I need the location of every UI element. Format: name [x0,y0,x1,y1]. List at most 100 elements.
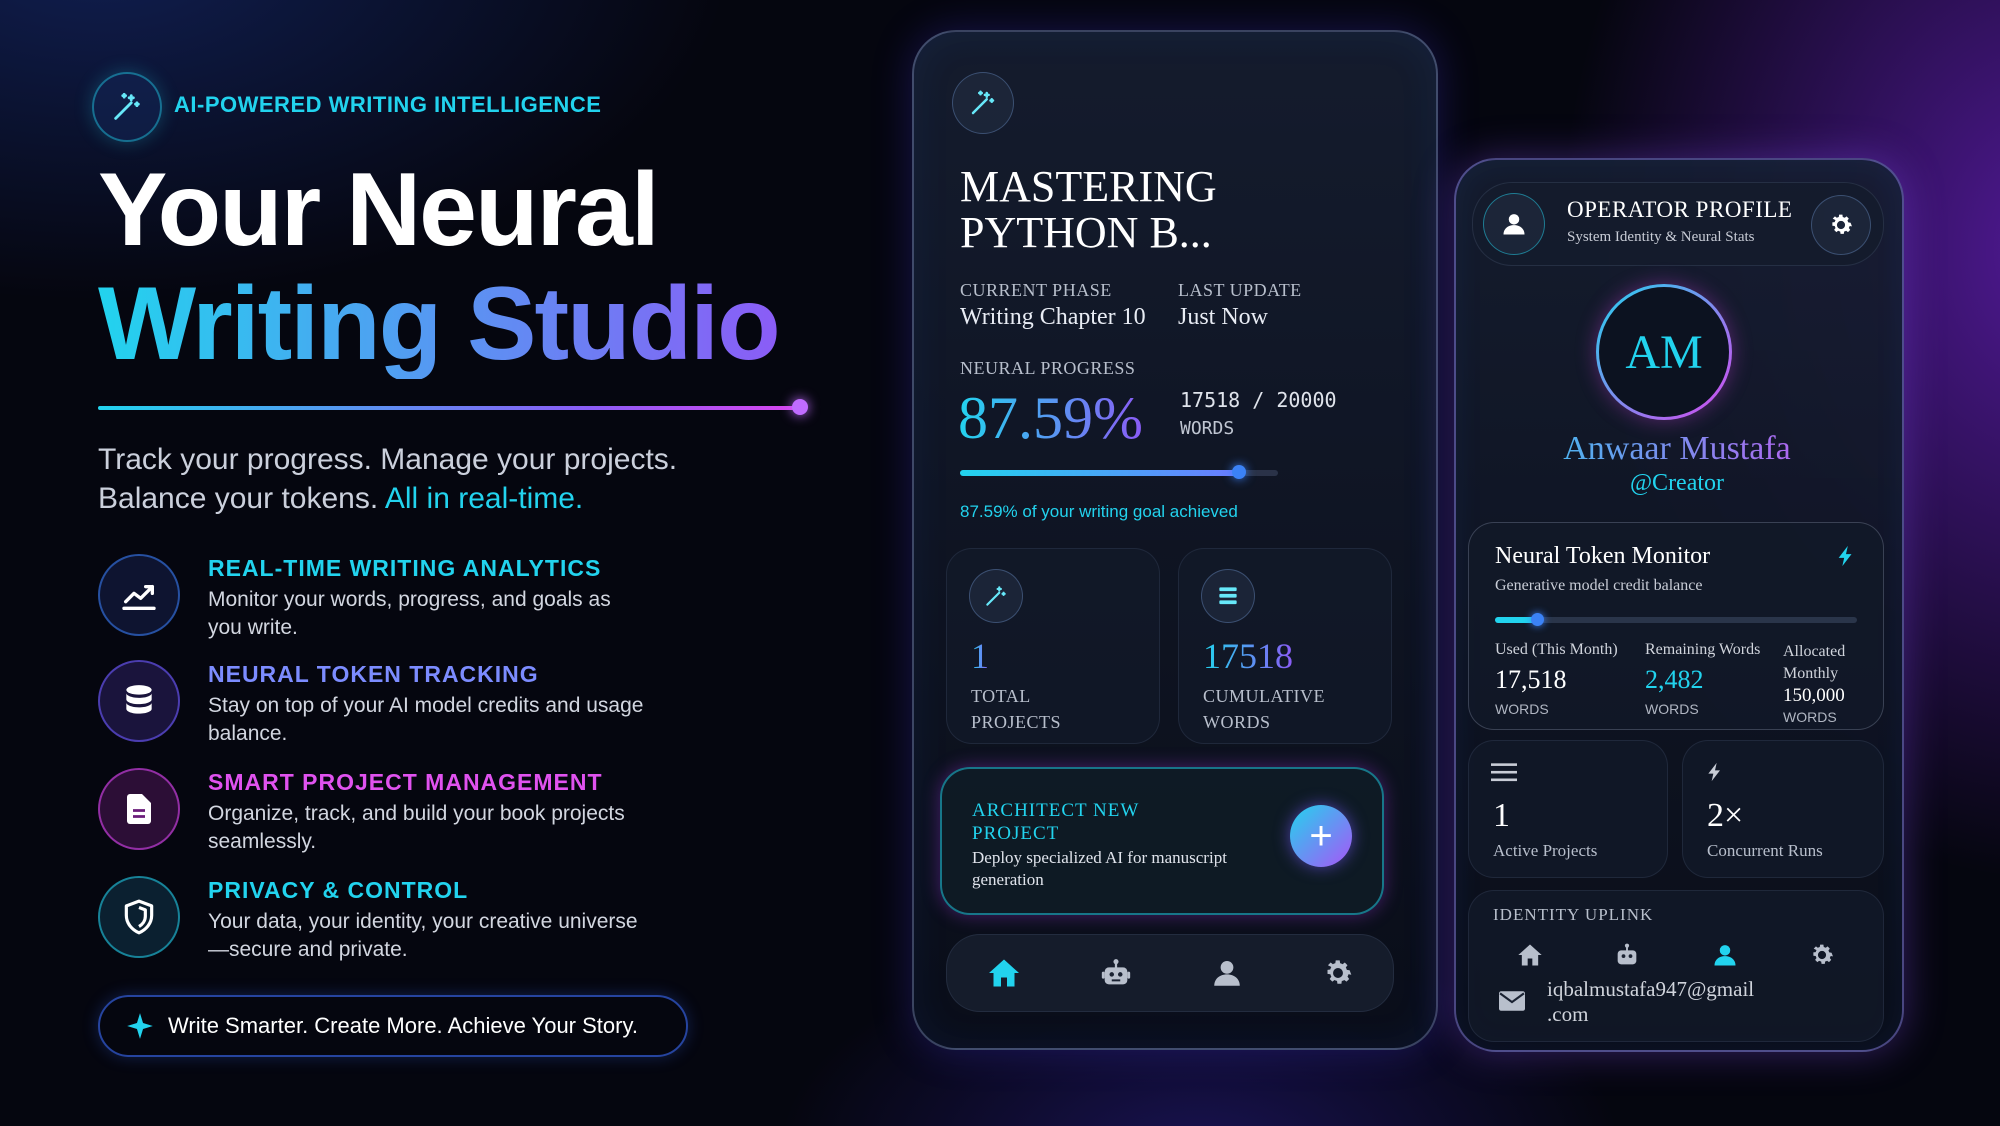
progress-handle [1231,465,1246,479]
remaining-unit: WORDS [1645,701,1699,717]
feature-title-projects: SMART PROJECT MANAGEMENT [208,769,603,795]
feature-desc-analytics: Monitor your words, progress, and goals … [208,588,611,639]
words-count: 17518 / 20000 [1180,388,1337,412]
hero-divider [98,406,800,410]
feature-desc-projects: Organize, track, and build your book pro… [208,802,625,853]
progress-fill [960,470,1239,476]
token-title: Neural Token Monitor [1495,543,1711,569]
stat2-label: CUMULATIVE WORDS [1203,683,1325,735]
user-icon[interactable] [1711,941,1739,969]
hero-title-line2: Writing Studio [98,266,781,382]
bottom-nav [946,934,1394,1012]
lightning-icon [1838,545,1852,567]
allocated-value: 150,000 [1783,685,1845,706]
robot-icon[interactable] [1613,941,1641,969]
sparkle-icon [127,1013,153,1039]
home-icon[interactable] [986,955,1022,991]
magic-wand-icon [114,92,140,120]
stat1-label-l2: PROJECTS [971,712,1062,732]
magic-wand-icon [971,90,995,115]
home-icon[interactable] [1516,941,1544,969]
new-project-card[interactable]: ARCHITECT NEW PROJECT Deploy specialized… [940,767,1384,915]
used-label: Used (This Month) [1495,641,1618,658]
new-project-title-l2: PROJECT [972,823,1060,844]
feature-title-tokens: NEURAL TOKEN TRACKING [208,661,539,687]
project-title: MASTERING PYTHON B... [960,164,1217,256]
profile-nav [1481,931,1871,979]
shield-icon [98,876,180,958]
hero-tagline: Track your progress. Manage your project… [98,440,677,518]
stat1-label: TOTAL PROJECTS [971,683,1061,735]
stat-card-projects: 1 TOTAL PROJECTS [946,548,1160,744]
hero-divider-dot [792,399,808,415]
progress-label: NEURAL PROGRESS [960,358,1136,378]
allocated-label-l2: Monthly [1783,665,1839,682]
gear-icon[interactable] [1808,941,1836,969]
database-icon [98,660,180,742]
concurrent-runs-card: 2× Concurrent Runs [1682,740,1884,878]
active-value: 1 [1493,797,1510,834]
tagline-highlight: All in real-time. [384,482,584,515]
project-title-line1: MASTERING [960,162,1217,211]
active-projects-card: 1 Active Projects [1468,740,1668,878]
menu-icon [1491,763,1517,782]
token-handle [1531,613,1545,626]
mail-icon [1499,991,1525,1011]
gear-icon[interactable] [1321,956,1355,990]
feature-projects [98,768,180,850]
used-unit: WORDS [1495,701,1549,717]
add-project-button[interactable]: + [1290,805,1352,867]
list-icon [1201,569,1255,623]
allocated-label-l1: Allocated [1783,643,1846,660]
hero-title-line1: Your Neural [98,152,660,268]
profile-name: Anwaar Mustafa [1456,430,1898,468]
project-title-line2: PYTHON B... [960,208,1212,257]
wand-button[interactable] [952,72,1014,134]
feature-tokens [98,660,180,742]
tagline-line1: Track your progress. Manage your project… [98,443,678,476]
settings-button[interactable] [1811,195,1871,255]
cta-pill[interactable]: Write Smarter. Create More. Achieve Your… [98,995,688,1057]
feature-analytics [98,554,180,636]
profile-handle: @Creator [1629,470,1725,496]
used-value: 17,518 [1495,665,1567,694]
email-line1: iqbalmustafa947@gmail [1547,977,1755,1001]
project-phone: MASTERING PYTHON B... CURRENT PHASE Writ… [912,30,1438,1050]
feature-title-privacy: PRIVACY & CONTROL [208,877,469,903]
concurrent-value: 2× [1707,797,1744,834]
profile-header-title: OPERATOR PROFILE [1567,197,1793,222]
remaining-label: Remaining Words [1645,641,1761,658]
email[interactable]: iqbalmustafa947@gmail .com [1547,977,1754,1027]
gear-icon [1832,214,1852,234]
remaining-value: 2,482 [1645,665,1704,694]
update-label: LAST UPDATE [1178,280,1302,300]
stat2-label-l1: CUMULATIVE [1203,686,1325,706]
stat1-value: 1 [971,636,989,676]
new-project-title-l1: ARCHITECT NEW [972,800,1140,821]
robot-icon[interactable] [1099,956,1133,990]
new-project-desc: Deploy specialized AI for manuscript gen… [972,848,1227,889]
token-monitor-card: Neural Token Monitor Generative model cr… [1468,522,1884,730]
user-icon[interactable] [1210,956,1244,990]
stat1-label-l1: TOTAL [971,686,1031,706]
document-icon [98,768,180,850]
update-value: Just Now [1178,304,1269,330]
progress-percent: 87.59% [958,385,1143,451]
profile-header-sub: System Identity & Neural Stats [1567,229,1755,245]
cta-text: Write Smarter. Create More. Achieve Your… [168,1013,638,1038]
hero-badge-text: AI-POWERED WRITING INTELLIGENCE [174,92,602,117]
lightning-icon [1708,762,1720,782]
phase-label: CURRENT PHASE [960,280,1112,300]
words-unit: WORDS [1180,418,1235,439]
concurrent-label: Concurrent Runs [1707,841,1823,860]
avatar: AM [1596,284,1732,420]
stat2-value: 17518 [1203,636,1293,676]
user-icon [1483,193,1545,255]
magic-wand-badge [92,72,162,142]
profile-phone: OPERATOR PROFILE System Identity & Neura… [1454,158,1904,1052]
feature-title-analytics: REAL-TIME WRITING ANALYTICS [208,555,602,581]
chart-icon [98,554,180,636]
profile-header: OPERATOR PROFILE System Identity & Neura… [1472,182,1884,266]
allocated-label: Allocated Monthly [1783,641,1845,685]
token-track [1495,617,1857,623]
